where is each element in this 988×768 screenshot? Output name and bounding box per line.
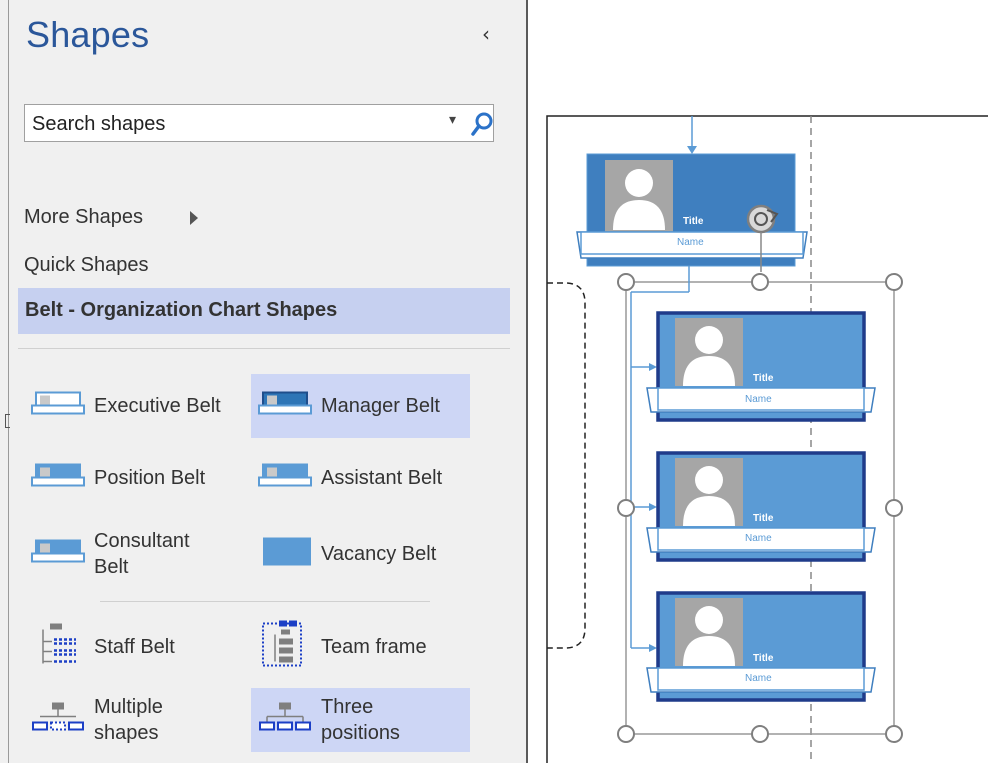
shape-position-belt[interactable]: Position Belt bbox=[24, 446, 244, 510]
manager-card[interactable]: Title Name bbox=[576, 153, 808, 267]
shape-multiple-shapes[interactable]: Multiple shapes bbox=[24, 688, 244, 752]
multiple-shapes-icon bbox=[30, 701, 86, 740]
shapes-pane: Shapes ‹ ▾ More Shapes Quick Shapes Belt… bbox=[0, 0, 528, 763]
position-belt-icon bbox=[30, 463, 86, 494]
shape-label: Staff Belt bbox=[94, 636, 175, 658]
search-box[interactable]: ▾ bbox=[24, 104, 495, 143]
staff-belt-icon bbox=[30, 622, 86, 673]
three-positions-icon bbox=[257, 701, 313, 740]
shape-label: Three positions bbox=[321, 696, 400, 744]
shape-label: Manager Belt bbox=[321, 395, 440, 417]
pane-border bbox=[8, 0, 9, 763]
manager-belt-icon bbox=[257, 391, 313, 422]
card-name: Name bbox=[745, 673, 772, 684]
divider bbox=[18, 348, 510, 349]
executive-belt-icon bbox=[30, 391, 86, 422]
shape-three-positions[interactable]: Three positions bbox=[251, 688, 470, 752]
search-shapes-input[interactable] bbox=[30, 105, 434, 143]
position-card[interactable]: Title Name bbox=[646, 311, 876, 422]
shape-label: Position Belt bbox=[94, 467, 206, 489]
card-title: Title bbox=[683, 216, 704, 227]
divider bbox=[100, 601, 430, 602]
stencil-title: Belt - Organization Chart Shapes bbox=[25, 299, 338, 321]
shape-manager-belt[interactable]: Manager Belt bbox=[251, 374, 470, 438]
shape-executive-belt[interactable]: Executive Belt bbox=[24, 374, 244, 438]
collapse-pane-button[interactable]: ‹ bbox=[482, 22, 490, 46]
pane-splitter[interactable] bbox=[526, 0, 528, 763]
shape-label: Assistant Belt bbox=[321, 467, 443, 489]
shape-label: Multiple shapes bbox=[94, 696, 163, 744]
shape-label: Consultant Belt bbox=[94, 530, 190, 578]
shape-assistant-belt[interactable]: Assistant Belt bbox=[251, 446, 470, 510]
vacancy-belt-icon bbox=[257, 537, 313, 572]
quick-shapes-item[interactable]: Quick Shapes bbox=[24, 254, 149, 277]
search-icon[interactable] bbox=[471, 111, 495, 137]
card-title: Title bbox=[753, 653, 774, 664]
shape-vacancy-belt[interactable]: Vacancy Belt bbox=[251, 522, 470, 586]
shape-staff-belt[interactable]: Staff Belt bbox=[24, 615, 244, 679]
left-marker bbox=[5, 414, 10, 428]
card-title: Title bbox=[753, 513, 774, 524]
shape-label: Team frame bbox=[321, 636, 427, 658]
assistant-belt-icon bbox=[257, 463, 313, 494]
card-name: Name bbox=[677, 237, 704, 248]
shape-consultant-belt[interactable]: Consultant Belt bbox=[24, 522, 244, 586]
team-frame-icon bbox=[257, 620, 313, 675]
consultant-belt-icon bbox=[30, 539, 86, 570]
drawing-canvas[interactable]: Title Name Title Name Title Name Title N… bbox=[545, 0, 988, 768]
search-dropdown-icon[interactable]: ▾ bbox=[449, 111, 456, 128]
more-shapes-menu[interactable]: More Shapes bbox=[24, 206, 143, 229]
card-title: Title bbox=[753, 373, 774, 384]
chevron-right-icon[interactable] bbox=[190, 211, 198, 225]
position-card[interactable]: Title Name bbox=[646, 451, 876, 562]
card-name: Name bbox=[745, 533, 772, 544]
card-name: Name bbox=[745, 394, 772, 405]
shape-label: Vacancy Belt bbox=[321, 543, 437, 565]
shape-team-frame[interactable]: Team frame bbox=[251, 615, 470, 679]
position-card[interactable]: Title Name bbox=[646, 591, 876, 702]
pane-title: Shapes bbox=[26, 14, 150, 55]
shape-label: Executive Belt bbox=[94, 395, 221, 417]
stencil-header[interactable]: Belt - Organization Chart Shapes bbox=[18, 288, 510, 334]
